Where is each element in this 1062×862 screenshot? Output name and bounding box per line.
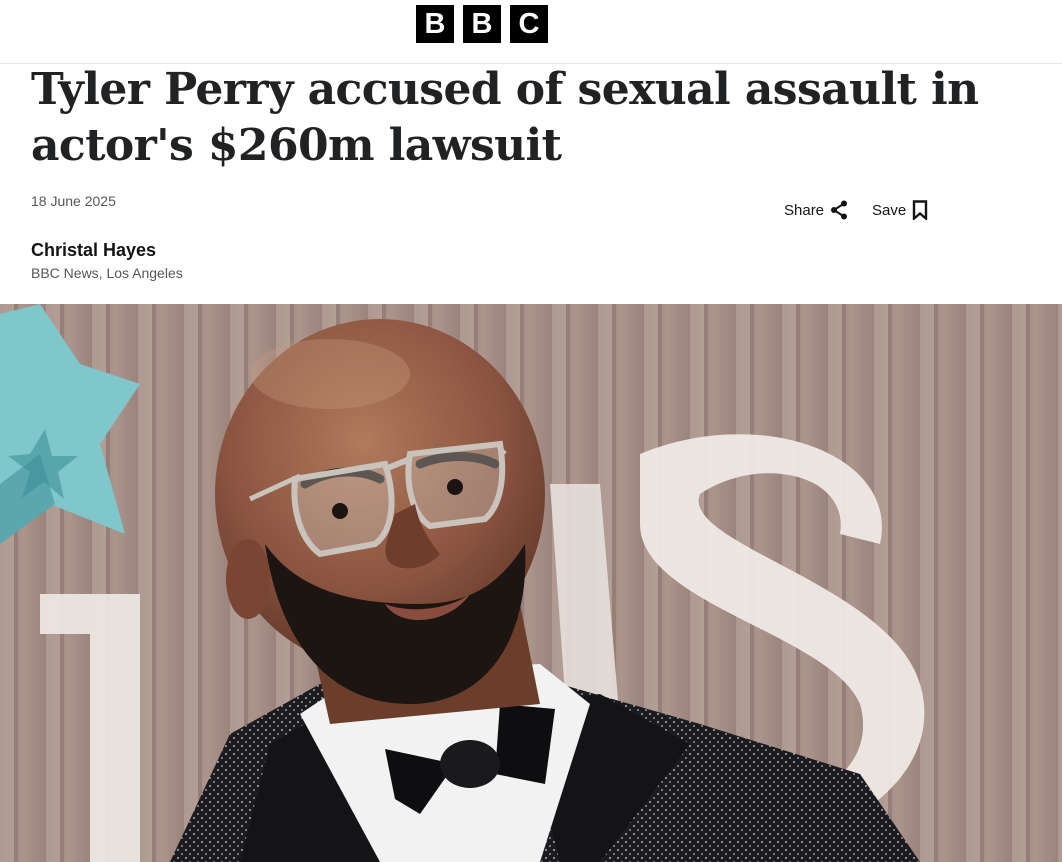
logo-letter-2: B — [463, 5, 501, 43]
share-label: Share — [784, 201, 825, 219]
author-role: BBC News, Los Angeles — [31, 265, 183, 281]
article-actions: Share Save — [784, 198, 928, 222]
logo-letter-1: B — [416, 5, 454, 43]
hero-photo-illustration — [0, 304, 1062, 862]
hero-image — [0, 304, 1062, 862]
bbc-logo-link[interactable]: B B C — [416, 5, 548, 43]
logo-letter-3: C — [510, 5, 548, 43]
article-date: 18 June 2025 — [31, 193, 116, 209]
save-button[interactable]: Save — [872, 200, 928, 220]
share-icon — [830, 200, 848, 220]
save-label: Save — [872, 201, 907, 219]
share-button[interactable]: Share — [784, 200, 848, 220]
article-headline: Tyler Perry accused of sexual assault in… — [31, 64, 979, 171]
site-header: B B C — [0, 0, 1062, 64]
author-name: Christal Hayes — [31, 240, 157, 260]
article-page: B B C Tyler Perry accused of sexual assa… — [0, 0, 1062, 862]
bookmark-icon — [912, 200, 928, 220]
